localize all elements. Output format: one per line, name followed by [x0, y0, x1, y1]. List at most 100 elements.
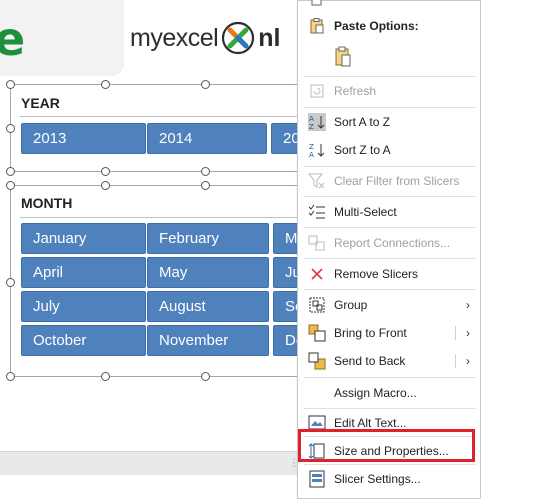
slicer-item-february[interactable]: February — [147, 223, 269, 254]
menu-item-bring-to-front[interactable]: Bring to Front › — [298, 320, 480, 346]
slicer-item-may[interactable]: May — [147, 257, 269, 288]
chevron-right-icon[interactable]: › — [466, 326, 470, 340]
slicer-item-2013[interactable]: 2013 — [21, 123, 146, 154]
sort-a-to-z-icon: A Z — [308, 113, 326, 131]
multi-select-icon — [308, 203, 326, 221]
menu-item-multi-select[interactable]: Multi-Select — [298, 199, 480, 225]
chevron-right-icon[interactable]: › — [466, 354, 470, 368]
menu-label-clear-filter: Clear Filter from Slicers — [334, 174, 460, 188]
menu-item-slicer-settings[interactable]: Slicer Settings... — [298, 466, 480, 492]
context-menu: Paste Options: Refresh A Z Sort A to Z Z… — [297, 0, 481, 499]
menu-separator — [304, 464, 476, 465]
svg-text:Z: Z — [309, 143, 314, 151]
brand-logo: myexcel nl — [130, 18, 280, 58]
year-slicer-title: YEAR — [21, 95, 60, 111]
resize-handle[interactable] — [6, 181, 15, 190]
menu-item-sort-a-z[interactable]: A Z Sort A to Z — [298, 109, 480, 135]
menu-label-slicer-settings: Slicer Settings... — [334, 472, 421, 486]
menu-item-assign-macro[interactable]: Assign Macro... — [298, 380, 480, 406]
menu-item-group[interactable]: Group › — [298, 292, 480, 318]
clear-filter-icon — [308, 172, 326, 190]
sheet-status-bar — [0, 451, 300, 475]
svg-text:Z: Z — [309, 123, 314, 131]
year-slicer-divider — [20, 116, 299, 117]
menu-item-sort-z-a[interactable]: Z A Sort Z to A — [298, 137, 480, 163]
menu-item-report-connections[interactable]: Report Connections... — [298, 230, 480, 256]
menu-item-remove-slicers[interactable]: Remove Slicers — [298, 261, 480, 287]
resize-handle[interactable] — [6, 124, 15, 133]
brand-x-icon — [222, 21, 255, 55]
menu-item-send-to-back[interactable]: Send to Back › — [298, 348, 480, 374]
slicer-item-november[interactable]: November — [147, 325, 269, 356]
slicer-item-2014[interactable]: 2014 — [147, 123, 267, 154]
slicer-item-october[interactable]: October — [21, 325, 146, 356]
split-divider — [455, 354, 456, 368]
logo-letter-icon: e — [0, 12, 26, 66]
menu-separator — [304, 107, 476, 108]
brand-name-post: nl — [258, 23, 281, 52]
paste-options-header: Paste Options: — [298, 13, 480, 39]
resize-handle[interactable] — [6, 167, 15, 176]
menu-separator — [304, 227, 476, 228]
refresh-icon — [308, 82, 326, 100]
menu-separator — [304, 289, 476, 290]
resize-handle[interactable] — [101, 372, 110, 381]
resize-handle[interactable] — [201, 80, 210, 89]
resize-handle[interactable] — [101, 167, 110, 176]
slicer-item-july[interactable]: July — [21, 291, 146, 322]
split-divider — [455, 326, 456, 340]
resize-handle[interactable] — [201, 372, 210, 381]
background-area — [481, 0, 535, 499]
chevron-right-icon: › — [466, 298, 470, 312]
menu-label-group: Group — [334, 298, 368, 312]
month-slicer-divider — [20, 217, 299, 218]
highlight-box — [298, 429, 475, 462]
menu-label-multi-select: Multi-Select — [334, 205, 397, 219]
month-slicer-title: MONTH — [21, 195, 73, 211]
sort-z-to-a-icon: Z A — [308, 141, 326, 159]
svg-text:A: A — [309, 151, 314, 159]
resize-handle[interactable] — [6, 278, 15, 287]
menu-item-refresh[interactable]: Refresh — [298, 78, 480, 104]
menu-separator — [304, 196, 476, 197]
menu-label-report-connections: Report Connections... — [334, 236, 451, 250]
slicer-item-august[interactable]: August — [147, 291, 269, 322]
slicer-settings-icon — [308, 470, 326, 488]
logo-strip: e — [0, 0, 124, 76]
send-to-back-icon — [308, 352, 326, 370]
report-connections-icon — [308, 234, 326, 252]
paste-icon — [335, 46, 351, 67]
menu-separator — [304, 76, 476, 77]
resize-handle[interactable] — [201, 181, 210, 190]
paste-option-button[interactable] — [332, 45, 354, 69]
svg-text:A: A — [309, 115, 314, 123]
menu-separator — [304, 166, 476, 167]
menu-separator — [304, 258, 476, 259]
bring-to-front-icon — [308, 324, 326, 342]
menu-label-send-to-back: Send to Back — [334, 354, 406, 368]
year-slicer[interactable]: YEAR 2013 2014 2015 — [10, 84, 391, 172]
menu-item-partial[interactable] — [298, 0, 480, 13]
menu-label-remove-slicers: Remove Slicers — [334, 267, 419, 281]
resize-handle[interactable] — [101, 181, 110, 190]
remove-x-icon — [308, 265, 326, 283]
menu-label-assign-macro: Assign Macro... — [334, 386, 417, 400]
menu-label-sort-a-z: Sort A to Z — [334, 115, 391, 129]
menu-label-sort-z-a: Sort Z to A — [334, 143, 391, 157]
resize-handle[interactable] — [101, 80, 110, 89]
paste-options-label: Paste Options: — [334, 19, 419, 33]
menu-item-clear-filter[interactable]: Clear Filter from Slicers — [298, 168, 480, 194]
group-icon — [308, 296, 326, 314]
resize-handle[interactable] — [6, 372, 15, 381]
slicer-item-april[interactable]: April — [21, 257, 146, 288]
brand-name-pre: myexcel — [130, 23, 219, 52]
slicer-item-january[interactable]: January — [21, 223, 146, 254]
menu-label-refresh: Refresh — [334, 84, 377, 98]
resize-handle[interactable] — [201, 167, 210, 176]
menu-separator — [304, 408, 476, 409]
menu-label-edit-alt-text: Edit Alt Text... — [334, 416, 407, 430]
menu-label-bring-to-front: Bring to Front — [334, 326, 407, 340]
month-slicer[interactable]: MONTH January February March April May J… — [10, 185, 395, 377]
clipboard-icon — [308, 17, 326, 35]
resize-handle[interactable] — [6, 80, 15, 89]
